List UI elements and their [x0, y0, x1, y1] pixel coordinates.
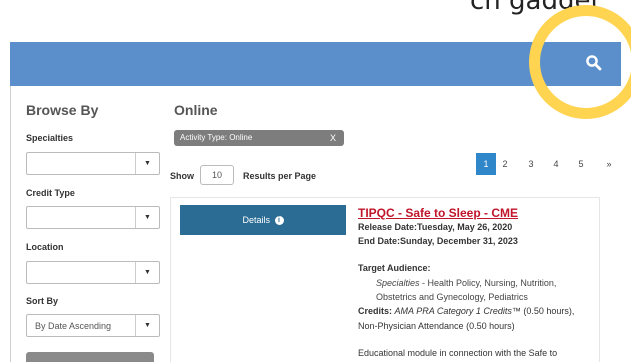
frame-left-border	[10, 86, 11, 362]
page-title: Online	[174, 102, 218, 118]
credits-label: Credits:	[358, 306, 393, 316]
chevron-down-icon: ▼	[135, 153, 159, 174]
show-label: Show	[170, 171, 194, 181]
credit-type-select[interactable]: ▼	[26, 206, 160, 229]
search-icon[interactable]	[585, 54, 603, 72]
next-page[interactable]: »	[603, 153, 615, 175]
details-button[interactable]: Details i	[180, 205, 346, 235]
specialties-line-2: Obstetrics and Gynecology, Pediatrics	[376, 292, 528, 302]
page-4[interactable]: 4	[550, 153, 562, 175]
details-label: Details	[242, 215, 270, 225]
browse-by-title: Browse By	[26, 102, 99, 118]
filter-button[interactable]	[26, 352, 154, 362]
specialties-label: Specialties	[26, 133, 74, 143]
chevron-down-icon: ▼	[135, 207, 159, 228]
target-audience-text: Target Audience:	[358, 263, 431, 273]
sort-by-label: Sort By	[26, 296, 59, 306]
end-date-label: End Date:	[358, 236, 401, 246]
course-title-link[interactable]: TIPQC - Safe to Sleep - CME	[358, 206, 518, 220]
target-audience-label: Target Audience:	[358, 263, 431, 273]
end-date: End Date:Sunday, December 31, 2023	[358, 236, 518, 246]
credits-italic: AMA PRA Category 1 Credits™	[394, 306, 521, 316]
specialties-line: Specialties - Health Policy, Nursing, Nu…	[376, 278, 556, 288]
specialties-select[interactable]: ▼	[26, 152, 160, 175]
location-label: Location	[26, 242, 64, 252]
chevron-down-icon: ▼	[135, 262, 159, 283]
credits-line: Credits: AMA PRA Category 1 Credits™ (0.…	[358, 306, 574, 316]
specialties-list: - Health Policy, Nursing, Nutrition,	[419, 278, 557, 288]
results-per-page-label: Results per Page	[243, 171, 317, 181]
release-date: Release Date:Tuesday, May 26, 2020	[358, 222, 512, 232]
chevron-down-icon: ▼	[135, 315, 159, 336]
credits-line-2: Non-Physician Attendance (0.50 hours)	[358, 321, 515, 331]
page-5[interactable]: 5	[575, 153, 587, 175]
header-bar	[10, 42, 621, 86]
top-caption: ch gadget	[470, 0, 601, 16]
specialties-italic: Specialties	[376, 278, 420, 288]
description: Educational module in connection with th…	[358, 348, 558, 358]
end-date-value: Sunday, December 31, 2023	[400, 236, 518, 246]
page-3[interactable]: 3	[525, 153, 537, 175]
location-select[interactable]: ▼	[26, 261, 160, 284]
page-1[interactable]: 1	[476, 153, 496, 175]
sort-by-select[interactable]: By Date Ascending ▼	[26, 314, 160, 337]
release-date-value: Tuesday, May 26, 2020	[417, 222, 513, 232]
info-icon: i	[274, 216, 284, 226]
page-2[interactable]: 2	[499, 153, 511, 175]
filter-chip: Activity Type: Online X	[174, 130, 344, 146]
sort-by-value: By Date Ascending	[35, 321, 112, 331]
credits-value: (0.50 hours),	[520, 306, 575, 316]
per-page-input[interactable]: 10	[200, 165, 234, 185]
credit-type-label: Credit Type	[26, 188, 75, 198]
remove-filter-button[interactable]: X	[330, 130, 336, 146]
release-date-label: Release Date:	[358, 222, 418, 232]
filter-chip-label: Activity Type: Online	[180, 133, 253, 142]
